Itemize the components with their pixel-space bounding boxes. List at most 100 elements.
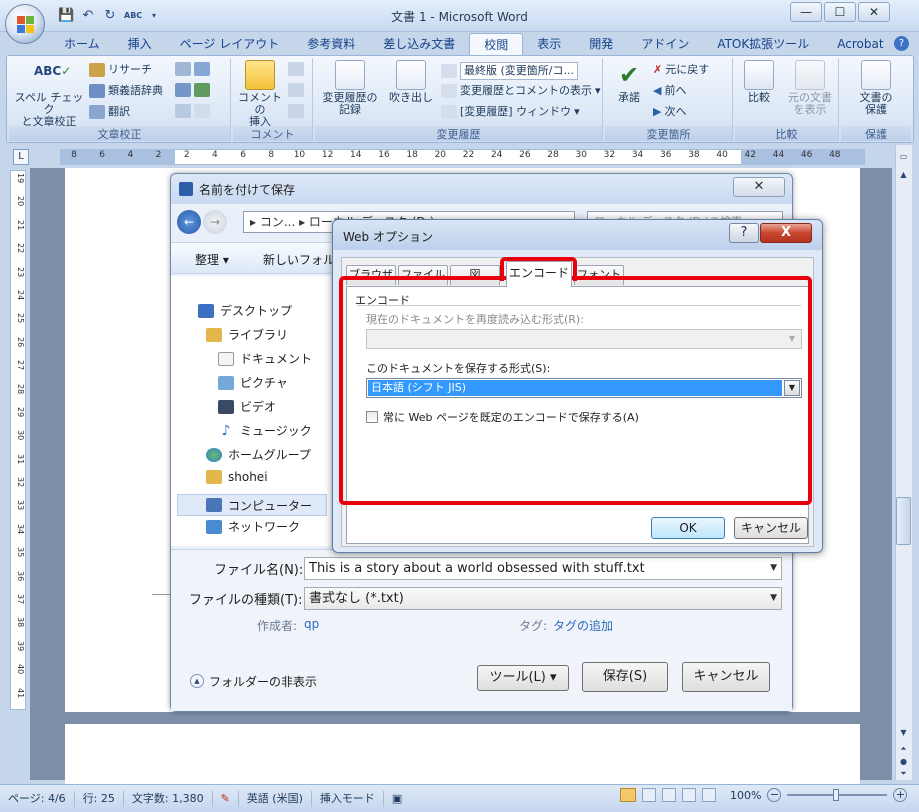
- balloons-button[interactable]: 吹き出し: [385, 60, 437, 104]
- default-encoding-checkbox[interactable]: [366, 411, 378, 423]
- web-cancel-button[interactable]: キャンセル: [734, 517, 808, 539]
- reviewing-pane-dropdown[interactable]: [変更履歴] ウィンドウ ▾: [441, 104, 580, 120]
- next-comment-button[interactable]: [288, 104, 304, 118]
- tab-browser[interactable]: ブラウザ: [346, 265, 396, 285]
- tab-atok[interactable]: ATOK拡張ツール: [703, 33, 823, 55]
- research-button[interactable]: リサーチ: [89, 62, 152, 78]
- hide-folders-button[interactable]: フォルダーの非表示: [209, 673, 317, 690]
- compare-button[interactable]: 比較: [737, 60, 781, 104]
- tab-view[interactable]: 表示: [523, 33, 575, 55]
- save-encoding-dropdown-icon[interactable]: ▼: [784, 380, 800, 396]
- tab-review[interactable]: 校閲: [469, 33, 524, 55]
- prev-page-icon[interactable]: ⏶: [896, 742, 911, 756]
- nav-item-desktop[interactable]: デスクトップ: [198, 302, 292, 319]
- tab-pictures[interactable]: 図: [450, 265, 500, 285]
- filename-input[interactable]: This is a story about a world obsessed w…: [304, 557, 782, 580]
- minimize-button[interactable]: —: [790, 2, 822, 22]
- scroll-up-icon[interactable]: ▲: [896, 168, 911, 182]
- reject-button[interactable]: ✗ 元に戻す: [653, 62, 709, 78]
- tab-home[interactable]: ホーム: [50, 33, 114, 55]
- print-layout-icon[interactable]: [620, 788, 636, 802]
- prev-comment-button[interactable]: [288, 83, 304, 97]
- save-dialog-close-button[interactable]: ✕: [733, 177, 785, 197]
- tab-developer[interactable]: 開発: [575, 33, 627, 55]
- organize-button[interactable]: 整理 ▾: [195, 251, 229, 268]
- previous-change-button[interactable]: ◀ 前へ: [653, 83, 686, 99]
- vertical-ruler[interactable]: 19 20 21 22 23 24 25 26 27 28 29 30 31 32 33 34 35 36 37 38…: [10, 170, 26, 710]
- next-change-button[interactable]: ▶ 次へ: [653, 104, 686, 120]
- tab-files[interactable]: ファイル: [398, 265, 448, 285]
- language-indicator[interactable]: 英語 (米国): [239, 790, 312, 807]
- web-options-close-button[interactable]: X: [760, 223, 812, 243]
- hide-folders-icon[interactable]: ▲: [190, 674, 204, 688]
- insert-mode[interactable]: 挿入モード: [312, 790, 384, 807]
- help-icon[interactable]: ?: [894, 36, 909, 51]
- zoom-out-icon[interactable]: −: [767, 788, 782, 802]
- tab-acrobat[interactable]: Acrobat: [823, 33, 897, 55]
- protect-document-button[interactable]: 文書の 保護: [847, 60, 905, 116]
- nav-item-homegroup[interactable]: ホームグループ: [206, 446, 311, 463]
- nav-item-computer[interactable]: コンピューター: [177, 494, 327, 516]
- close-window-button[interactable]: ✕: [858, 2, 890, 22]
- save-encoding-select[interactable]: 日本語 (シフト JIS) ▼: [366, 378, 802, 398]
- draft-icon[interactable]: [702, 788, 716, 802]
- show-markup-dropdown[interactable]: 変更履歴とコメントの表示 ▾: [441, 83, 601, 99]
- track-changes-button[interactable]: 変更履歴の 記録: [319, 60, 381, 116]
- filename-dropdown-icon[interactable]: ▼: [770, 558, 777, 579]
- spell-check-button[interactable]: ABC✓ スペル チェック と文章校正: [13, 60, 85, 128]
- author-value[interactable]: qp: [304, 617, 319, 631]
- accept-button[interactable]: ✔ 承諾: [607, 60, 651, 104]
- save-button[interactable]: 保存(S): [582, 662, 668, 692]
- show-source-button[interactable]: 元の文書 を表示: [783, 60, 837, 116]
- zoom-slider-thumb[interactable]: [833, 789, 840, 801]
- web-layout-icon[interactable]: [662, 788, 676, 802]
- filetype-select[interactable]: 書式なし (*.txt) ▼: [304, 587, 782, 610]
- tab-fonts[interactable]: フォント: [574, 265, 624, 285]
- maximize-button[interactable]: ☐: [824, 2, 856, 22]
- macro-record-icon[interactable]: ▣: [384, 791, 410, 807]
- filetype-dropdown-icon[interactable]: ▼: [770, 588, 777, 609]
- nav-item-music[interactable]: ♪ ミュージック: [218, 422, 312, 439]
- tab-references[interactable]: 参考資料: [293, 33, 369, 55]
- split-icon[interactable]: ▭: [896, 150, 911, 164]
- zoom-slider[interactable]: [787, 789, 888, 801]
- forward-icon[interactable]: →: [203, 210, 227, 234]
- zoom-level[interactable]: 100%: [730, 789, 761, 802]
- proofing-status-icon[interactable]: ✎: [213, 790, 239, 807]
- tags-value[interactable]: タグの追加: [553, 617, 613, 634]
- nav-item-videos[interactable]: ビデオ: [218, 398, 276, 415]
- document-page-next[interactable]: [65, 724, 860, 784]
- nav-item-pictures[interactable]: ピクチャ: [218, 374, 288, 391]
- office-button[interactable]: [5, 4, 45, 44]
- tools-button[interactable]: ツール(L) ▾: [477, 665, 569, 691]
- web-options-help-button[interactable]: ?: [729, 223, 759, 243]
- translate-tooltip-button[interactable]: [175, 83, 210, 97]
- tab-insert[interactable]: 挿入: [114, 33, 166, 55]
- nav-item-libraries[interactable]: ライブラリ: [206, 326, 288, 343]
- set-language-button[interactable]: [175, 62, 210, 76]
- zoom-in-icon[interactable]: +: [893, 788, 908, 802]
- display-for-review-dropdown[interactable]: 最終版 (変更箇所/コ...: [441, 62, 578, 80]
- word-count-button[interactable]: [175, 104, 210, 118]
- nav-item-network[interactable]: ネットワーク: [206, 518, 300, 535]
- nav-item-documents[interactable]: ドキュメント: [218, 350, 312, 367]
- tab-selector[interactable]: L: [13, 149, 29, 165]
- delete-comment-button[interactable]: [288, 62, 304, 76]
- vertical-scrollbar[interactable]: [895, 145, 912, 780]
- tab-page-layout[interactable]: ページ レイアウト: [166, 33, 294, 55]
- ok-button[interactable]: OK: [651, 517, 725, 539]
- tab-mailings[interactable]: 差し込み文書: [369, 33, 469, 55]
- full-screen-reading-icon[interactable]: [642, 788, 656, 802]
- line-indicator[interactable]: 行: 25: [75, 790, 124, 807]
- back-icon[interactable]: ←: [177, 210, 201, 234]
- tab-encoding[interactable]: エンコード: [506, 261, 572, 287]
- scrollbar-thumb[interactable]: [896, 497, 911, 545]
- scroll-down-icon[interactable]: ▼: [896, 726, 911, 740]
- save-cancel-button[interactable]: キャンセル: [682, 662, 770, 692]
- nav-item-user[interactable]: shohei: [206, 470, 268, 484]
- thesaurus-button[interactable]: 類義語辞典: [89, 83, 163, 99]
- translate-button[interactable]: 翻訳: [89, 104, 130, 120]
- word-count[interactable]: 文字数: 1,380: [124, 790, 213, 807]
- reload-encoding-select[interactable]: ▼: [366, 329, 802, 349]
- page-indicator[interactable]: ページ: 4/6: [0, 790, 75, 807]
